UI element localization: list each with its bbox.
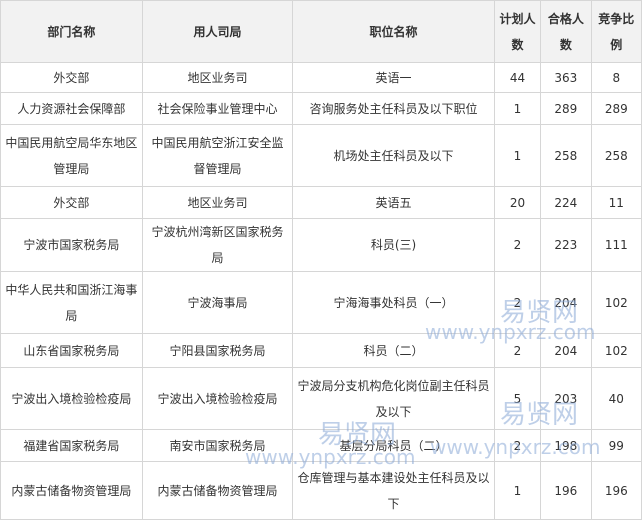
cell-qualified: 223 [540,218,592,272]
cell-ratio: 258 [590,124,642,187]
cell-position: 基层分局科员（二） [292,429,495,462]
cell-planned: 2 [493,271,542,334]
header-planned: 计划人数 [493,0,542,63]
cell-qualified: 363 [540,62,592,93]
cell-department: 内蒙古储备物资管理局 [0,461,143,520]
table-row: 山东省国家税务局 宁阳县国家税务局 科员（二） 2 204 102 [0,333,642,368]
cell-department: 山东省国家税务局 [0,333,143,368]
cell-qualified: 224 [540,186,592,219]
cell-department: 人力资源社会保障部 [0,92,143,125]
cell-ratio: 99 [590,429,642,462]
table-row: 中华人民共和国浙江海事局 宁波海事局 宁海海事处科员（一） 2 204 102 [0,271,642,334]
cell-ratio: 289 [590,92,642,125]
cell-position: 宁波局分支机构危化岗位副主任科员及以下 [292,367,495,430]
cell-bureau: 中国民用航空浙江安全监督管理局 [141,124,294,187]
cell-position: 科员（二） [292,333,495,368]
cell-department: 福建省国家税务局 [0,429,143,462]
cell-planned: 2 [493,333,542,368]
header-qualified: 合格人数 [540,0,592,63]
cell-planned: 44 [493,62,542,93]
cell-department: 外交部 [0,62,143,93]
table-row: 内蒙古储备物资管理局 内蒙古储备物资管理局 仓库管理与基本建设处主任科员及以下 … [0,461,642,520]
cell-bureau: 地区业务司 [141,186,294,219]
table-row: 宁波出入境检验检疫局 宁波出入境检验检疫局 宁波局分支机构危化岗位副主任科员及以… [0,367,642,430]
cell-department: 宁波出入境检验检疫局 [0,367,143,430]
table-row: 宁波市国家税务局 宁波杭州湾新区国家税务局 科员(三) 2 223 111 [0,218,642,272]
cell-qualified: 198 [540,429,592,462]
cell-ratio: 40 [590,367,642,430]
cell-bureau: 宁波杭州湾新区国家税务局 [141,218,294,272]
table-header-row: 部门名称 用人司局 职位名称 计划人数 合格人数 竞争比例 [0,0,642,63]
cell-bureau: 宁波出入境检验检疫局 [141,367,294,430]
cell-position: 英语五 [292,186,495,219]
exam-statistics-table: 部门名称 用人司局 职位名称 计划人数 合格人数 竞争比例 外交部 地区业务司 … [0,0,642,520]
cell-department: 中国民用航空局华东地区管理局 [0,124,143,187]
cell-department: 宁波市国家税务局 [0,218,143,272]
cell-planned: 1 [493,124,542,187]
cell-bureau: 宁阳县国家税务局 [141,333,294,368]
cell-position: 宁海海事处科员（一） [292,271,495,334]
cell-bureau: 社会保险事业管理中心 [141,92,294,125]
cell-qualified: 204 [540,271,592,334]
cell-bureau: 宁波海事局 [141,271,294,334]
cell-qualified: 289 [540,92,592,125]
table-row: 外交部 地区业务司 英语五 20 224 11 [0,186,642,219]
table-row: 人力资源社会保障部 社会保险事业管理中心 咨询服务处主任科员及以下职位 1 28… [0,92,642,125]
cell-planned: 5 [493,367,542,430]
cell-ratio: 11 [590,186,642,219]
cell-planned: 1 [493,92,542,125]
header-position: 职位名称 [292,0,495,63]
cell-position: 咨询服务处主任科员及以下职位 [292,92,495,125]
cell-department: 中华人民共和国浙江海事局 [0,271,143,334]
cell-position: 英语一 [292,62,495,93]
cell-position: 机场处主任科员及以下 [292,124,495,187]
table-row: 福建省国家税务局 南安市国家税务局 基层分局科员（二） 2 198 99 [0,429,642,462]
cell-ratio: 102 [590,333,642,368]
header-department: 部门名称 [0,0,143,63]
cell-department: 外交部 [0,186,143,219]
cell-ratio: 111 [590,218,642,272]
cell-planned: 1 [493,461,542,520]
cell-qualified: 258 [540,124,592,187]
cell-planned: 2 [493,218,542,272]
cell-position: 科员(三) [292,218,495,272]
cell-qualified: 204 [540,333,592,368]
cell-ratio: 8 [590,62,642,93]
cell-qualified: 196 [540,461,592,520]
table-row: 中国民用航空局华东地区管理局 中国民用航空浙江安全监督管理局 机场处主任科员及以… [0,124,642,187]
cell-position: 仓库管理与基本建设处主任科员及以下 [292,461,495,520]
cell-ratio: 196 [590,461,642,520]
cell-bureau: 地区业务司 [141,62,294,93]
table-row: 外交部 地区业务司 英语一 44 363 8 [0,62,642,93]
cell-planned: 20 [493,186,542,219]
cell-ratio: 102 [590,271,642,334]
cell-bureau: 内蒙古储备物资管理局 [141,461,294,520]
header-bureau: 用人司局 [141,0,294,63]
cell-planned: 2 [493,429,542,462]
header-ratio: 竞争比例 [590,0,642,63]
cell-qualified: 203 [540,367,592,430]
cell-bureau: 南安市国家税务局 [141,429,294,462]
